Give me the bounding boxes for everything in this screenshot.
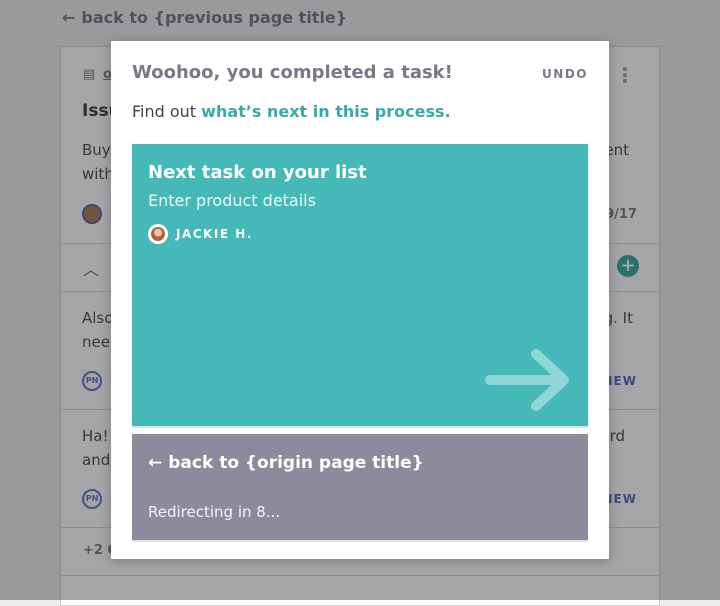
find-out-text: Find out what’s next in this process. bbox=[132, 102, 451, 121]
next-task-name: Enter product details bbox=[148, 191, 316, 210]
whats-next-link[interactable]: what’s next in this process. bbox=[201, 102, 450, 121]
task-completed-modal: Woohoo, you completed a task! UNDO Find … bbox=[111, 41, 609, 559]
arrow-right-icon bbox=[485, 349, 569, 411]
find-out-prefix: Find out bbox=[132, 102, 197, 121]
assignee-name: JACKIE H. bbox=[176, 227, 253, 241]
avatar bbox=[148, 224, 168, 244]
back-to-origin-link[interactable]: ← back to {origin page title} bbox=[148, 453, 424, 473]
assignee: JACKIE H. bbox=[148, 224, 253, 244]
next-task-heading: Next task on your list bbox=[148, 162, 367, 183]
arrow-left-icon: ← bbox=[148, 453, 163, 473]
next-task-card[interactable]: Next task on your list Enter product det… bbox=[132, 144, 588, 426]
undo-button[interactable]: UNDO bbox=[542, 67, 588, 81]
redirect-countdown: Redirecting in 8... bbox=[148, 503, 281, 521]
modal-title: Woohoo, you completed a task! bbox=[132, 62, 453, 83]
back-to-origin-card[interactable]: ← back to {origin page title} Redirecting… bbox=[132, 434, 588, 540]
